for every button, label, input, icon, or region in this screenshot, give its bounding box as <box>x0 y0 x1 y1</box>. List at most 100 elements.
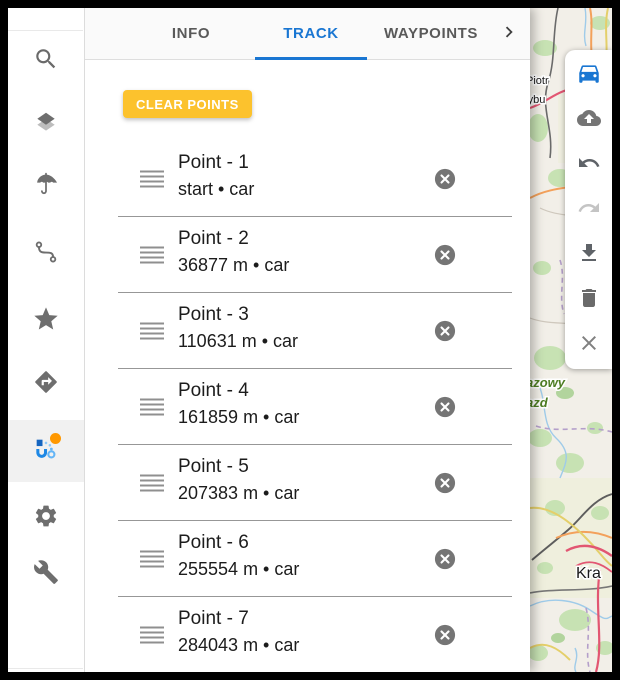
remove-circle-icon <box>434 548 456 570</box>
umbrella-icon <box>33 171 59 200</box>
clear-points-button[interactable]: CLEAR POINTS <box>123 90 252 118</box>
notification-badge <box>50 433 61 444</box>
drag-handle-icon[interactable] <box>140 398 164 415</box>
point-row[interactable]: Point - 4 161859 m • car <box>118 369 512 445</box>
point-text: Point - 2 36877 m • car <box>178 225 289 279</box>
point-row[interactable]: Point - 3 110631 m • car <box>118 293 512 369</box>
screenshot-frame: INFO TRACK WAYPOINTS CLEAR POINTS Point … <box>0 0 620 680</box>
point-text: Point - 6 255554 m • car <box>178 529 299 583</box>
sidebar-item-plan-route[interactable] <box>26 430 66 470</box>
point-title: Point - 7 <box>178 605 299 632</box>
drag-handle-icon[interactable] <box>140 322 164 339</box>
redo-icon <box>577 196 601 223</box>
point-row[interactable]: Point - 5 207383 m • car <box>118 445 512 521</box>
point-title: Point - 2 <box>178 225 289 252</box>
undo-icon <box>577 151 601 178</box>
point-subtitle: 255554 m • car <box>178 556 299 583</box>
cloud-upload-icon <box>577 106 601 133</box>
point-row[interactable]: Point - 6 255554 m • car <box>118 521 512 597</box>
sidebar-item-tools[interactable] <box>26 553 66 593</box>
delete-point-button[interactable] <box>434 320 456 342</box>
remove-circle-icon <box>434 168 456 190</box>
point-title: Point - 4 <box>178 377 299 404</box>
drag-handle-icon[interactable] <box>140 550 164 567</box>
point-row[interactable]: Point - 7 284043 m • car <box>118 597 512 672</box>
tab-info[interactable]: INFO <box>131 8 251 59</box>
delete-point-button[interactable] <box>434 548 456 570</box>
download-icon <box>577 241 601 268</box>
download-button[interactable] <box>565 232 612 277</box>
sidebar-item-settings[interactable] <box>26 497 66 537</box>
remove-circle-icon <box>434 472 456 494</box>
tabs-overflow-button[interactable] <box>491 8 527 59</box>
map-toolbar <box>565 50 612 369</box>
sidebar-bottom-divider <box>8 668 83 669</box>
point-subtitle: 36877 m • car <box>178 252 289 279</box>
directions-icon <box>33 369 59 398</box>
sidebar-item-favorites[interactable] <box>26 300 66 340</box>
map-label-place: rybu <box>530 94 545 106</box>
map[interactable]: Piotr rybu azowy azd Kra <box>530 8 612 672</box>
point-row[interactable]: Point - 2 36877 m • car <box>118 217 512 293</box>
point-text: Point - 5 207383 m • car <box>178 453 299 507</box>
drag-handle-icon[interactable] <box>140 170 164 187</box>
point-title: Point - 6 <box>178 529 299 556</box>
remove-circle-icon <box>434 320 456 342</box>
delete-point-button[interactable] <box>434 168 456 190</box>
drag-handle-icon[interactable] <box>140 246 164 263</box>
layers-icon <box>33 109 59 138</box>
left-sidebar <box>8 8 85 672</box>
close-icon <box>577 331 601 358</box>
point-text: Point - 1 start • car <box>178 149 254 203</box>
remove-circle-icon <box>434 244 456 266</box>
wrench-icon <box>33 559 59 588</box>
points-list: Point - 1 start • car Point - 2 36877 m … <box>85 141 530 672</box>
undo-button[interactable] <box>565 142 612 187</box>
sidebar-item-tracks[interactable] <box>26 233 66 273</box>
sidebar-item-weather[interactable] <box>26 165 66 205</box>
tab-bar: INFO TRACK WAYPOINTS <box>85 8 530 60</box>
drag-handle-icon[interactable] <box>140 627 164 644</box>
remove-circle-icon <box>434 396 456 418</box>
route-icon <box>33 239 59 268</box>
sidebar-item-navigation[interactable] <box>26 363 66 403</box>
point-subtitle: 161859 m • car <box>178 404 299 431</box>
map-label-place: Piotr <box>530 75 549 87</box>
cloud-upload-button[interactable] <box>565 97 612 142</box>
delete-point-button[interactable] <box>434 472 456 494</box>
delete-point-button[interactable] <box>434 396 456 418</box>
point-title: Point - 5 <box>178 453 299 480</box>
app-window: INFO TRACK WAYPOINTS CLEAR POINTS Point … <box>8 8 612 672</box>
star-icon <box>32 305 60 336</box>
drag-handle-icon[interactable] <box>140 474 164 491</box>
delete-point-button[interactable] <box>434 624 456 646</box>
tab-waypoints[interactable]: WAYPOINTS <box>371 8 491 59</box>
delete-track-button[interactable] <box>565 277 612 322</box>
point-text: Point - 3 110631 m • car <box>178 301 298 355</box>
sidebar-item-search[interactable] <box>26 40 66 80</box>
search-icon <box>33 46 59 75</box>
point-row[interactable]: Point - 1 start • car <box>118 141 512 217</box>
map-label-park: azowy <box>530 375 566 390</box>
point-text: Point - 4 161859 m • car <box>178 377 299 431</box>
remove-circle-icon <box>434 624 456 646</box>
redo-button[interactable] <box>565 187 612 232</box>
car-icon <box>576 60 602 89</box>
map-label-park: azd <box>530 395 549 410</box>
point-title: Point - 3 <box>178 301 298 328</box>
tab-track[interactable]: TRACK <box>251 8 371 59</box>
point-title: Point - 1 <box>178 149 254 176</box>
chevron-right-icon <box>498 21 520 46</box>
track-panel: INFO TRACK WAYPOINTS CLEAR POINTS Point … <box>85 8 530 672</box>
sidebar-item-layers[interactable] <box>26 103 66 143</box>
gear-icon <box>33 503 59 532</box>
point-subtitle: 110631 m • car <box>178 328 298 355</box>
point-subtitle: 284043 m • car <box>178 632 299 659</box>
close-toolbar-button[interactable] <box>565 322 612 367</box>
point-subtitle: start • car <box>178 176 254 203</box>
point-text: Point - 7 284043 m • car <box>178 605 299 659</box>
car-profile-button[interactable] <box>565 52 612 97</box>
trash-icon <box>577 286 601 313</box>
map-label-city: Kra <box>576 565 601 582</box>
delete-point-button[interactable] <box>434 244 456 266</box>
